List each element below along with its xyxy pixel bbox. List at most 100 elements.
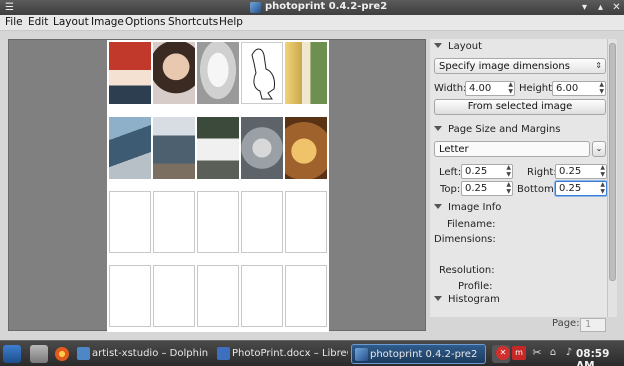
- empty-cell[interactable]: [153, 191, 195, 253]
- firefox-icon[interactable]: [55, 347, 69, 361]
- paper-size-select[interactable]: Letter: [434, 141, 590, 157]
- height-label: Height:: [519, 83, 556, 94]
- kde-menu-icon[interactable]: [3, 345, 21, 363]
- menu-image[interactable]: Image: [91, 16, 124, 28]
- taskbar: artist-xstudio – Dolphin PhotoPrint.docx…: [0, 340, 624, 366]
- package-icon[interactable]: [30, 345, 48, 363]
- expander-icon: [434, 296, 442, 301]
- margin-left-spinner[interactable]: 0.25 ▲ ▼: [461, 164, 513, 179]
- page-number-value: 1: [585, 319, 592, 330]
- photo-thumbnail[interactable]: [285, 117, 327, 179]
- margin-bottom-spinner[interactable]: 0.25 ▲ ▼: [555, 181, 607, 196]
- spin-arrows-icon[interactable]: ▲ ▼: [506, 164, 511, 178]
- expander-icon: [434, 126, 442, 131]
- spin-arrows-icon[interactable]: ▲ ▼: [599, 81, 604, 95]
- photo-thumbnail[interactable]: [153, 117, 195, 179]
- empty-cell[interactable]: [197, 265, 239, 327]
- empty-cell[interactable]: [241, 265, 283, 327]
- layout-mode-select[interactable]: Specify image dimensions ⇕: [434, 58, 606, 74]
- menu-shortcuts[interactable]: Shortcuts: [168, 16, 218, 28]
- margin-top-label: Top:: [440, 184, 461, 195]
- height-spinner[interactable]: 6.00 ▲ ▼: [552, 81, 606, 96]
- width-spinner[interactable]: 4.00 ▲ ▼: [465, 81, 515, 96]
- empty-cell[interactable]: [285, 265, 327, 327]
- app-icon: [250, 2, 261, 13]
- task-photoprint-label: photoprint 0.4.2-pre2: [370, 349, 478, 360]
- settings-panel: Layout Specify image dimensions ⇕ Width:…: [430, 39, 607, 317]
- margin-left-label: Left:: [439, 167, 462, 178]
- window-menu-icon[interactable]: ☰: [3, 1, 16, 14]
- task-dolphin[interactable]: artist-xstudio – Dolphin: [74, 344, 212, 364]
- scissors-icon[interactable]: ✂: [530, 346, 544, 360]
- spin-arrows-icon[interactable]: ▲ ▼: [506, 181, 511, 195]
- margin-bottom-value: 0.25: [559, 183, 582, 194]
- empty-cell[interactable]: [285, 191, 327, 253]
- width-label: Width:: [434, 83, 467, 94]
- panel-scrollbar[interactable]: [607, 39, 617, 317]
- empty-cell[interactable]: [153, 265, 195, 327]
- network-icon[interactable]: ⌂: [546, 346, 560, 360]
- panel-scrollbar-thumb[interactable]: [609, 43, 616, 281]
- photo-thumbnail[interactable]: [109, 42, 151, 104]
- margin-bottom-label: Bottom:: [517, 184, 558, 195]
- task-libreoffice[interactable]: PhotoPrint.docx – LibreO: [214, 344, 348, 364]
- empty-cell[interactable]: [109, 265, 151, 327]
- empty-cell[interactable]: [109, 191, 151, 253]
- page-section-header[interactable]: Page Size and Margins: [434, 124, 560, 135]
- margin-right-spinner[interactable]: 0.25 ▲ ▼: [555, 164, 607, 179]
- margin-right-label: Right:: [527, 167, 557, 178]
- photo-thumbnail[interactable]: [197, 42, 239, 104]
- document-icon: [217, 347, 230, 360]
- empty-cell[interactable]: [241, 191, 283, 253]
- volume-icon[interactable]: ♪: [562, 346, 576, 360]
- spin-arrows-icon[interactable]: ▲ ▼: [600, 164, 605, 178]
- paper-page: [107, 40, 329, 332]
- page-label: Page:: [552, 318, 580, 329]
- margin-left-value: 0.25: [465, 166, 488, 177]
- photoprint-icon: [355, 348, 368, 361]
- task-photoprint[interactable]: photoprint 0.4.2-pre2: [351, 344, 486, 364]
- image-info-section-header[interactable]: Image Info: [434, 202, 501, 213]
- clock[interactable]: 08:59 AM: [576, 348, 624, 366]
- expander-icon: [434, 204, 442, 209]
- margin-top-value: 0.25: [465, 183, 488, 194]
- margin-top-spinner[interactable]: 0.25 ▲ ▼: [461, 181, 513, 196]
- paper-size-dropdown-icon[interactable]: ⌄: [592, 141, 606, 157]
- photo-thumbnail[interactable]: [197, 117, 239, 179]
- dimensions-label: Dimensions:: [434, 234, 496, 245]
- spin-arrows-icon[interactable]: ▲ ▼: [600, 181, 605, 195]
- filename-label: Filename:: [447, 219, 496, 230]
- photo-thumbnail[interactable]: [109, 117, 151, 179]
- menu-layout[interactable]: Layout: [53, 16, 89, 28]
- notification-icon[interactable]: ✕: [496, 346, 510, 360]
- title-bar: ☰ photoprint 0.4.2-pre2 ▾ ▴ ✕: [0, 0, 624, 15]
- expander-icon: [434, 43, 442, 48]
- task-dolphin-label: artist-xstudio – Dolphin: [92, 348, 209, 359]
- menu-options[interactable]: Options: [125, 16, 166, 28]
- page-number-input[interactable]: 1: [580, 318, 606, 332]
- empty-cell[interactable]: [197, 191, 239, 253]
- photo-thumbnail[interactable]: [153, 42, 195, 104]
- layout-section-header[interactable]: Layout: [434, 41, 482, 52]
- menu-file[interactable]: File: [5, 16, 23, 28]
- menu-help[interactable]: Help: [219, 16, 243, 28]
- histogram-section-header[interactable]: Histogram: [434, 294, 500, 305]
- spin-arrows-icon[interactable]: ▲ ▼: [508, 81, 513, 95]
- height-value: 6.00: [556, 83, 579, 94]
- minimize-icon[interactable]: ▾: [578, 1, 591, 14]
- width-value: 4.00: [469, 83, 492, 94]
- window-title: photoprint 0.4.2-pre2: [265, 1, 388, 12]
- im-icon[interactable]: m: [512, 346, 526, 360]
- from-selected-image-button[interactable]: From selected image: [434, 99, 606, 115]
- image-info-title: Image Info: [448, 202, 502, 213]
- maximize-icon[interactable]: ▴: [594, 1, 607, 14]
- page-section-title: Page Size and Margins: [448, 124, 561, 135]
- photo-thumbnail[interactable]: [241, 117, 283, 179]
- margin-right-value: 0.25: [559, 166, 582, 177]
- paper-size-value: Letter: [439, 144, 469, 155]
- close-icon[interactable]: ✕: [610, 1, 623, 14]
- photo-thumbnail[interactable]: [241, 42, 283, 104]
- menu-edit[interactable]: Edit: [28, 16, 48, 28]
- page-preview[interactable]: [8, 39, 426, 332]
- photo-thumbnail[interactable]: [285, 42, 327, 104]
